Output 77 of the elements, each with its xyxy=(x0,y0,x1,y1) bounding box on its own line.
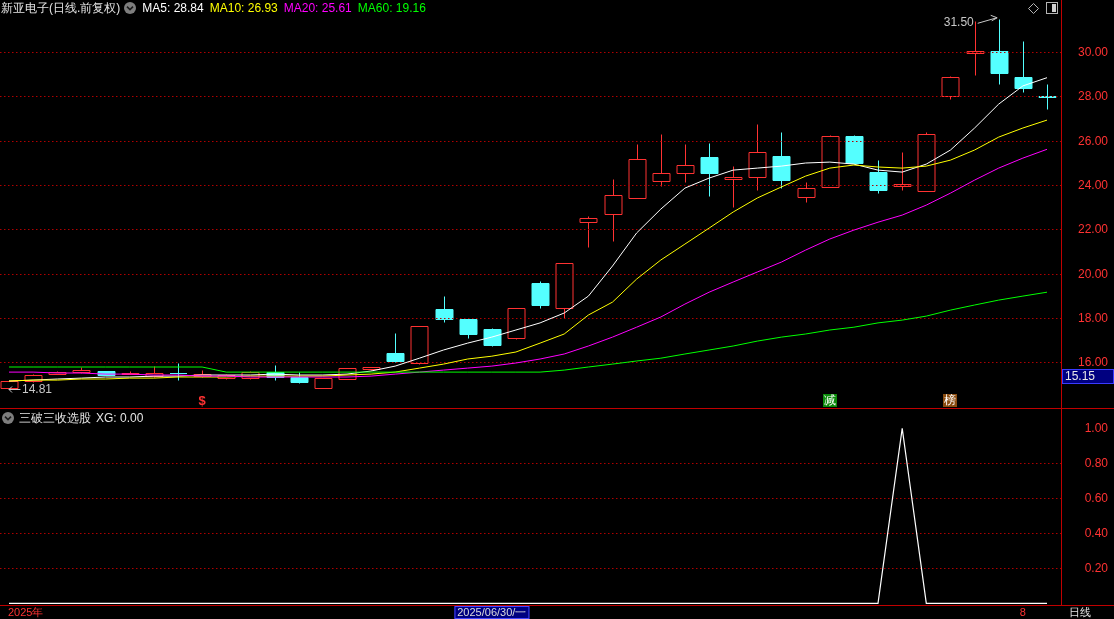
signal-marker: $ xyxy=(198,394,206,407)
left-arrow-icon xyxy=(8,385,21,393)
month-label: 8 xyxy=(1019,606,1026,619)
ma-legend-item: MA10: 26.93 xyxy=(209,0,278,15)
indicator-axis-label: 0.80 xyxy=(1084,456,1108,471)
candlestick xyxy=(700,143,719,197)
candlestick xyxy=(724,166,743,208)
candlestick xyxy=(652,134,671,187)
candlestick xyxy=(917,132,936,192)
indicator-axis-label: 1.00 xyxy=(1084,421,1108,436)
price-axis-label: 26.00 xyxy=(1077,133,1108,148)
price-axis-label: 18.00 xyxy=(1077,310,1108,325)
candlestick xyxy=(507,308,526,340)
price-axis-label: 20.00 xyxy=(1077,266,1108,281)
indicator-axis-label: 0.20 xyxy=(1084,561,1108,576)
indicator-axis-label: 0.40 xyxy=(1084,526,1108,541)
candlestick xyxy=(748,124,767,191)
candlestick xyxy=(579,216,598,248)
ma-legend-item: MA5: 28.84 xyxy=(142,0,204,15)
price-axis-label: 24.00 xyxy=(1077,177,1108,192)
candlestick xyxy=(386,333,405,363)
ma-legend-item: MA60: 19.16 xyxy=(357,0,426,15)
signal-badge: 榜 xyxy=(943,394,958,407)
indicator-title: 三破三收选股 xyxy=(19,410,91,425)
candlestick xyxy=(338,368,357,380)
candlestick xyxy=(266,365,285,381)
dropdown-icon[interactable] xyxy=(2,411,14,424)
candlestick xyxy=(483,328,502,347)
stock-title: 新亚电子(日线.前复权) xyxy=(1,0,121,15)
candlestick xyxy=(0,381,19,390)
candlestick xyxy=(1038,84,1057,110)
candlestick xyxy=(72,367,91,374)
candlestick xyxy=(241,371,260,380)
ma-legend-item: MA20: 25.61 xyxy=(283,0,352,15)
candlestick xyxy=(845,135,864,165)
candlestick xyxy=(531,281,550,309)
year-label: 2025年 xyxy=(8,606,44,619)
price-axis-label: 22.00 xyxy=(1077,222,1108,237)
indicator-reading: XG: 0.00 xyxy=(96,410,144,425)
price-axis-label: 30.00 xyxy=(1077,45,1108,60)
dropdown-icon[interactable] xyxy=(124,1,137,14)
candlestick xyxy=(797,182,816,203)
cursor-date-label: 2025/06/30/一 xyxy=(454,606,530,619)
candlestick xyxy=(362,367,381,371)
current-price-label: 15.15 xyxy=(1062,369,1114,384)
candlestick xyxy=(869,160,888,194)
price-axis-label: 28.00 xyxy=(1077,89,1108,104)
candlestick xyxy=(772,132,791,189)
leader-arrow xyxy=(977,14,998,24)
half-filled-square-icon[interactable] xyxy=(1046,2,1058,14)
signal-badge: 减 xyxy=(822,394,837,407)
price-axis-label: 16.00 xyxy=(1077,355,1108,370)
candlestick xyxy=(990,19,1009,85)
candlestick xyxy=(941,76,960,100)
candlestick xyxy=(217,374,236,380)
candlestick xyxy=(169,363,188,381)
candlestick xyxy=(48,371,67,375)
candlestick xyxy=(410,326,429,365)
candlestick xyxy=(459,319,478,339)
candlestick xyxy=(24,374,43,383)
candlestick xyxy=(314,378,333,389)
candlestick xyxy=(821,135,840,188)
candlestick xyxy=(1014,41,1033,93)
candlestick xyxy=(97,371,116,376)
candlestick xyxy=(290,372,309,384)
high-price-label: 31.50 xyxy=(943,14,974,29)
candlestick xyxy=(893,152,912,191)
diamond-icon[interactable] xyxy=(1028,3,1039,14)
period-label: 日线 xyxy=(1069,606,1091,618)
candlestick xyxy=(145,366,164,378)
indicator-axis-label: 0.60 xyxy=(1084,491,1108,506)
candlestick xyxy=(555,263,574,319)
candlestick xyxy=(435,296,454,323)
candlestick xyxy=(604,179,623,242)
low-price-label: 14.81 xyxy=(22,381,53,396)
candlestick xyxy=(628,144,647,199)
candlestick xyxy=(676,144,695,183)
